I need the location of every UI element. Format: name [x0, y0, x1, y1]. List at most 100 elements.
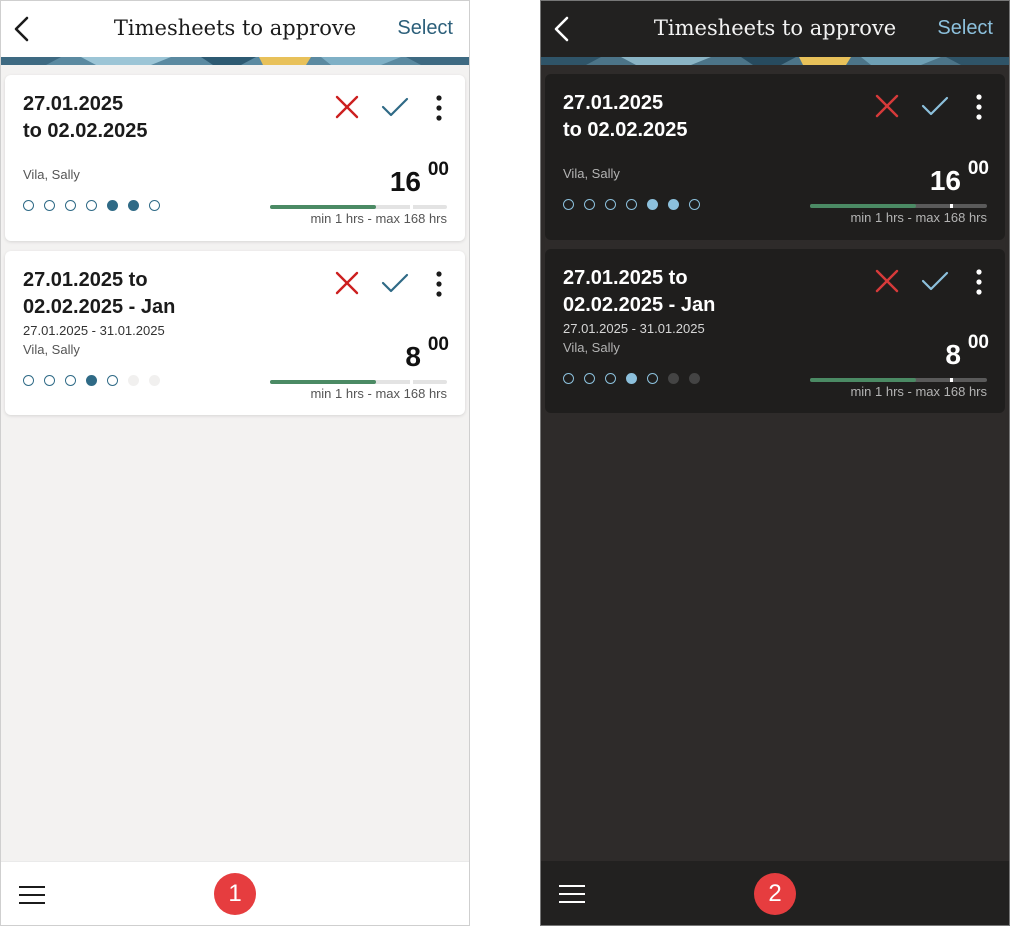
timesheet-card[interactable]: 27.01.2025 to 02.02.2025 - Jan 27.01.202…	[545, 249, 1005, 413]
menu-button[interactable]	[559, 885, 585, 905]
day-status-dot	[23, 375, 34, 386]
hours-progress-bar	[810, 378, 987, 382]
check-icon	[381, 273, 409, 293]
dark-mode-screen: Timesheets to approve Select 27.01.2025 …	[540, 0, 1010, 926]
day-status-indicators	[23, 375, 170, 386]
timesheet-period-title: 27.01.2025 to 02.02.2025 - Jan	[563, 267, 716, 316]
reject-button[interactable]	[875, 269, 899, 293]
max-marker	[950, 378, 953, 382]
hamburger-icon-line	[19, 886, 45, 888]
employee-name: Vila, Sally	[23, 167, 80, 182]
max-marker	[950, 204, 953, 208]
reject-button[interactable]	[875, 94, 899, 118]
employee-name: Vila, Sally	[563, 166, 620, 181]
more-options-button[interactable]	[435, 95, 443, 121]
max-marker	[410, 380, 413, 384]
day-status-dot	[128, 200, 139, 211]
hours-progress-fill	[810, 204, 917, 208]
timesheet-card[interactable]: 27.01.2025 to 02.02.2025 - Jan 27.01.202…	[5, 251, 465, 415]
day-status-dot	[44, 200, 55, 211]
total-hours-minutes: 00	[967, 158, 989, 179]
top-app-bar: Timesheets to approve Select	[1, 1, 469, 57]
total-hours: 8	[405, 341, 421, 372]
day-status-dot	[668, 373, 679, 384]
day-status-dot	[149, 375, 160, 386]
more-vertical-icon	[436, 95, 442, 121]
header-decoration-banner	[541, 57, 1009, 65]
menu-button[interactable]	[19, 886, 45, 906]
day-status-dot	[584, 373, 595, 384]
day-status-indicators	[23, 200, 170, 211]
hamburger-icon-line	[559, 885, 585, 887]
day-status-dot	[107, 200, 118, 211]
day-status-dot	[584, 199, 595, 210]
hamburger-icon-line	[559, 901, 585, 903]
callout-badge: 1	[214, 873, 256, 915]
day-status-dot	[107, 375, 118, 386]
reject-button[interactable]	[335, 271, 359, 295]
x-icon	[335, 95, 359, 119]
header-decoration-banner	[1, 57, 469, 65]
total-hours-minutes: 00	[427, 334, 449, 355]
hours-progress-bar	[270, 380, 447, 384]
total-hours: 8	[945, 339, 961, 370]
day-status-dot	[626, 199, 637, 210]
x-icon	[875, 94, 899, 118]
day-status-dot	[44, 375, 55, 386]
day-status-dot	[563, 199, 574, 210]
max-marker	[410, 205, 413, 209]
more-vertical-icon	[976, 269, 982, 295]
timesheet-period-title: 27.01.2025 to 02.02.2025	[563, 92, 688, 141]
day-status-dot	[86, 375, 97, 386]
more-options-button[interactable]	[975, 94, 983, 120]
day-status-dot	[65, 200, 76, 211]
day-status-dot	[23, 200, 34, 211]
day-status-dot	[128, 375, 139, 386]
light-mode-screen: Timesheets to approve Select 27.01.2025 …	[0, 0, 470, 926]
approve-button[interactable]	[381, 97, 409, 117]
hamburger-icon-line	[559, 893, 585, 895]
top-app-bar: Timesheets to approve Select	[541, 1, 1009, 57]
day-status-dot	[626, 373, 637, 384]
total-hours: 16	[929, 165, 961, 196]
check-icon	[921, 96, 949, 116]
more-options-button[interactable]	[975, 269, 983, 295]
more-options-button[interactable]	[435, 271, 443, 297]
callout-badge: 2	[754, 873, 796, 915]
reject-button[interactable]	[335, 95, 359, 119]
check-icon	[921, 271, 949, 291]
hours-progress-bar	[270, 205, 447, 209]
hours-range-label: min 1 hrs - max 168 hrs	[850, 384, 987, 399]
day-status-indicators	[563, 373, 710, 384]
total-hours-minutes: 00	[967, 332, 989, 353]
employee-name: Vila, Sally	[563, 340, 620, 355]
hours-progress-fill	[270, 380, 377, 384]
check-icon	[381, 97, 409, 117]
day-status-dot	[65, 375, 76, 386]
timesheet-date-range: 27.01.2025 - 31.01.2025	[563, 321, 705, 336]
timesheet-date-range: 27.01.2025 - 31.01.2025	[23, 323, 165, 338]
total-hours: 16	[389, 166, 421, 197]
x-icon	[875, 269, 899, 293]
approve-button[interactable]	[381, 273, 409, 293]
day-status-dot	[149, 200, 160, 211]
hamburger-icon-line	[19, 902, 45, 904]
day-status-dot	[647, 373, 658, 384]
hours-progress-fill	[810, 378, 917, 382]
approve-button[interactable]	[921, 96, 949, 116]
hamburger-icon-line	[19, 894, 45, 896]
hours-progress-bar	[810, 204, 987, 208]
x-icon	[335, 271, 359, 295]
day-status-dot	[605, 199, 616, 210]
day-status-indicators	[563, 199, 710, 210]
timesheet-period-title: 27.01.2025 to 02.02.2025 - Jan	[23, 269, 176, 318]
timesheet-period-title: 27.01.2025 to 02.02.2025	[23, 93, 148, 142]
hours-range-label: min 1 hrs - max 168 hrs	[310, 211, 447, 226]
hours-range-label: min 1 hrs - max 168 hrs	[850, 210, 987, 225]
select-button[interactable]: Select	[937, 17, 993, 40]
timesheet-card[interactable]: 27.01.2025 to 02.02.2025 Vila, Sally 16 …	[5, 75, 465, 241]
approve-button[interactable]	[921, 271, 949, 291]
select-button[interactable]: Select	[397, 17, 453, 40]
day-status-dot	[563, 373, 574, 384]
timesheet-card[interactable]: 27.01.2025 to 02.02.2025 Vila, Sally 16 …	[545, 74, 1005, 240]
